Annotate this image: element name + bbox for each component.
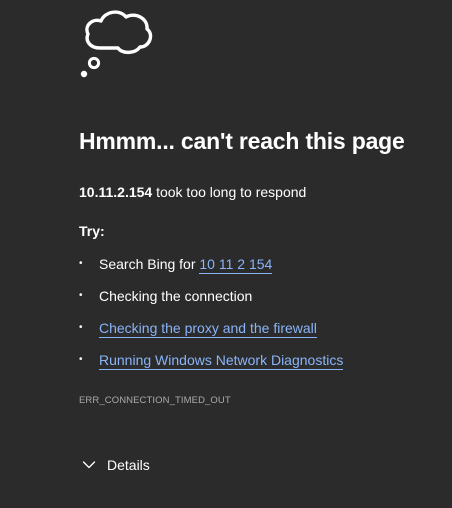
proxy-firewall-link[interactable]: Checking the proxy and the firewall — [99, 320, 317, 338]
error-page: Hmmm... can't reach this page 10.11.2.15… — [0, 0, 452, 508]
check-connection-text: Checking the connection — [99, 288, 253, 304]
chevron-down-icon — [82, 461, 96, 469]
bullet-icon: • — [79, 354, 83, 365]
bullet-icon: • — [79, 322, 83, 333]
search-bing-link[interactable]: 10 11 2 154 — [199, 256, 273, 274]
network-diagnostics-link[interactable]: Running Windows Network Diagnostics — [99, 352, 344, 370]
details-toggle[interactable]: Details — [82, 455, 150, 475]
details-label: Details — [107, 457, 150, 473]
bullet-icon: • — [79, 290, 83, 301]
page-title: Hmmm... can't reach this page — [79, 128, 405, 154]
error-summary: 10.11.2.154 took too long to respond — [79, 184, 306, 200]
bullet-icon: • — [79, 258, 83, 269]
host-address: 10.11.2.154 — [79, 184, 153, 200]
thought-cloud-icon — [80, 10, 153, 78]
error-message: took too long to respond — [152, 184, 307, 200]
search-bing-label: Search Bing for — [99, 256, 200, 272]
error-code: ERR_CONNECTION_TIMED_OUT — [79, 395, 231, 406]
try-heading: Try: — [79, 223, 105, 239]
